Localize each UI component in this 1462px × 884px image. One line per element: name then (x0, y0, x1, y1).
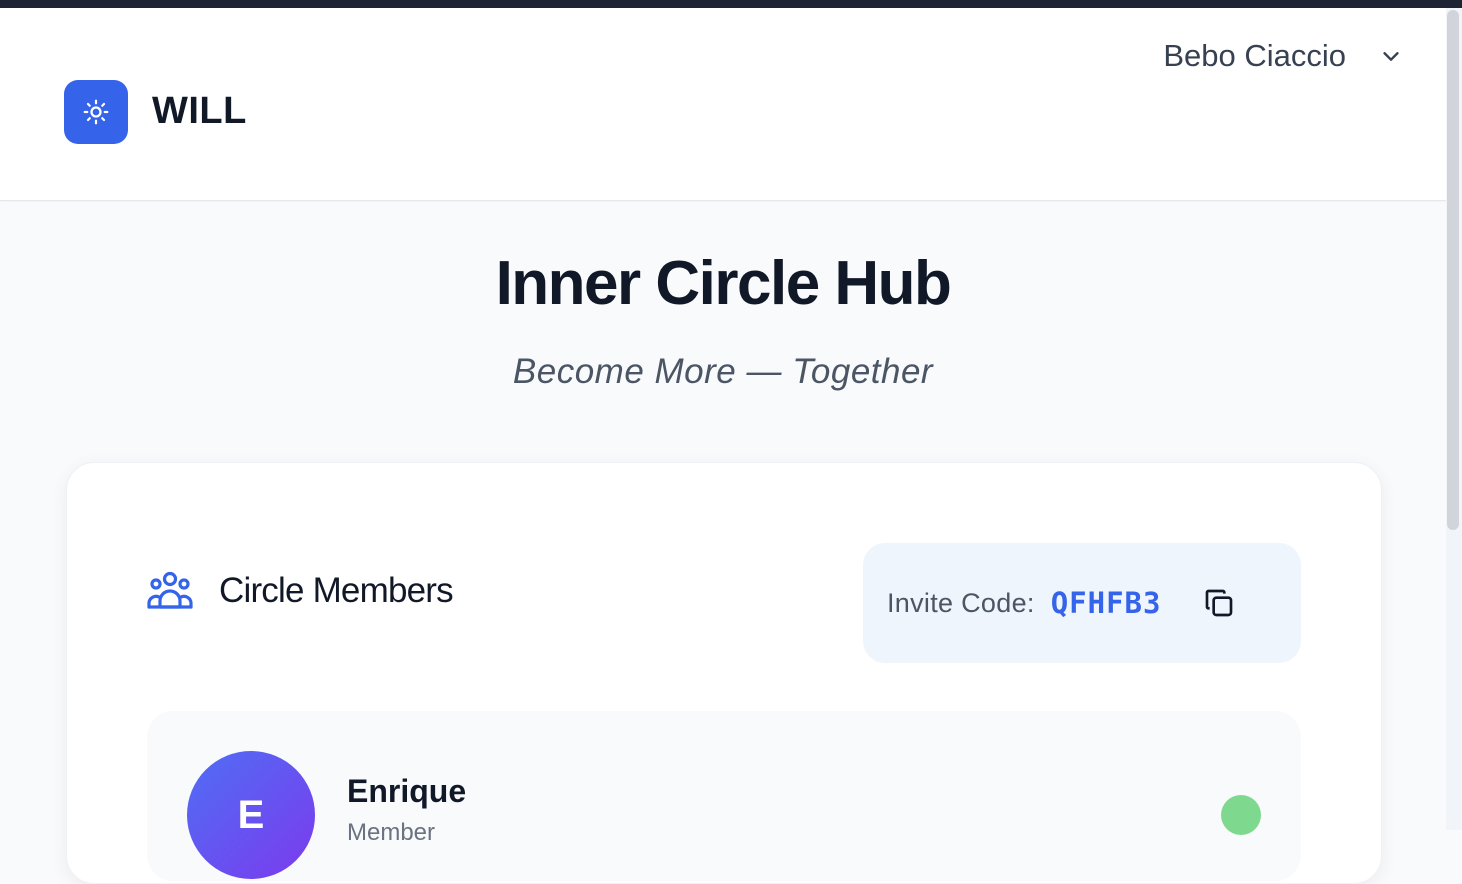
logo[interactable] (64, 80, 128, 144)
invite-code-value[interactable]: QFHFB3 (1051, 586, 1162, 620)
chevron-down-icon (1380, 45, 1402, 67)
sun-icon (83, 99, 109, 125)
app-header: WILL Bebo Ciaccio (0, 8, 1446, 201)
users-group-icon (147, 571, 193, 609)
user-name: Bebo Ciaccio (1163, 38, 1346, 73)
page-tagline: Become More — Together (512, 352, 934, 391)
window-top-bar (0, 0, 1462, 8)
user-menu[interactable]: Bebo Ciaccio (1163, 38, 1402, 74)
section-title: Circle Members (219, 571, 454, 610)
page-title: Inner Circle Hub (495, 249, 952, 318)
circle-members-card: Circle Members Invite Code: QFHFB3 E Enr… (66, 462, 1382, 884)
member-row[interactable]: E Enrique Member (147, 711, 1301, 881)
invite-code-label: Invite Code: (887, 587, 1035, 618)
scrollbar-thumb[interactable] (1447, 10, 1459, 530)
avatar: E (187, 751, 315, 879)
online-status-indicator (1221, 795, 1261, 835)
invite-code-box: Invite Code: QFHFB3 (863, 543, 1301, 663)
copy-icon (1206, 589, 1233, 617)
member-name: Enrique (347, 773, 467, 809)
copy-invite-button[interactable] (1199, 583, 1239, 623)
section-header: Circle Members (147, 571, 454, 611)
member-role: Member (347, 819, 436, 846)
brand-name: WILL (152, 90, 247, 132)
